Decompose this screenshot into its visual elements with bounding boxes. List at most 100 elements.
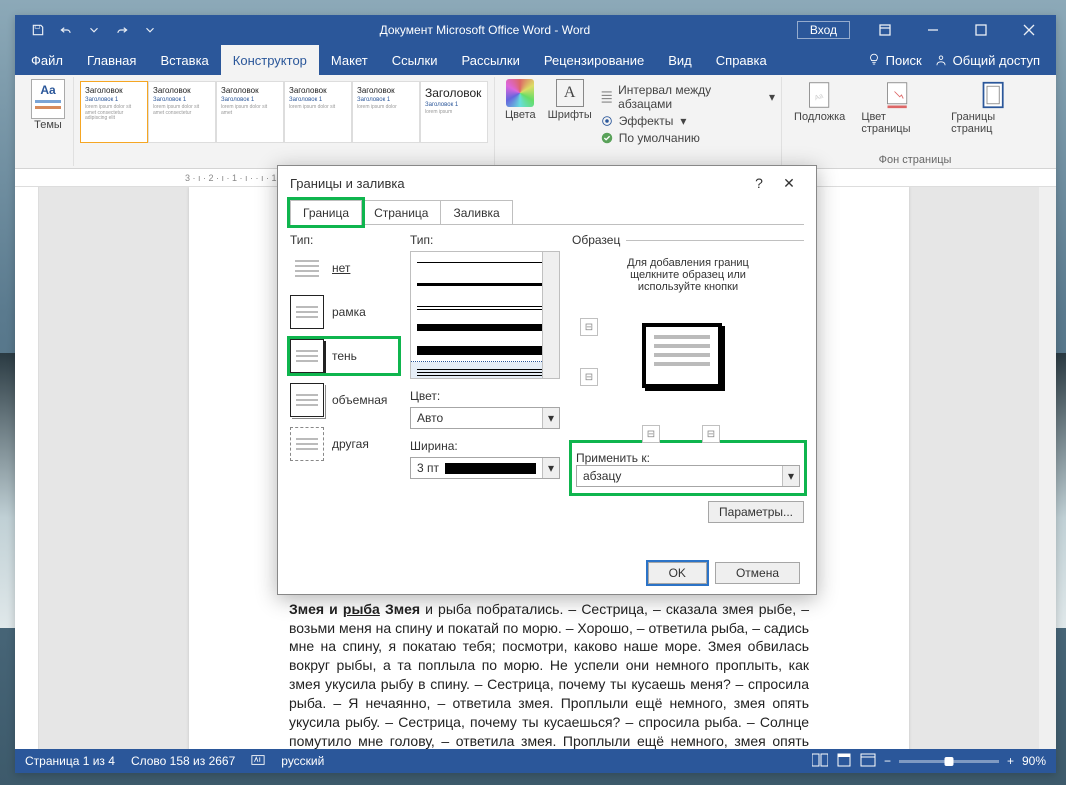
status-words[interactable]: Слово 158 из 2667 xyxy=(131,754,235,768)
view-print-icon[interactable] xyxy=(836,753,852,770)
close-icon[interactable]: ✕ xyxy=(774,175,804,192)
width-label: Ширина: xyxy=(410,439,560,453)
help-icon[interactable]: ? xyxy=(744,175,774,191)
width-dropdown[interactable]: 3 пт ▾ xyxy=(410,457,560,479)
spacing-icon xyxy=(600,90,613,104)
ok-button[interactable]: OK xyxy=(648,562,707,584)
setting-custom[interactable]: другая xyxy=(290,427,398,461)
style-label: Тип: xyxy=(410,233,560,247)
person-icon xyxy=(934,53,948,67)
setting-box[interactable]: рамка xyxy=(290,295,398,329)
options-button[interactable]: Параметры... xyxy=(708,501,804,523)
page-color-button[interactable]: Цвет страницы xyxy=(855,77,941,139)
color-label: Цвет: xyxy=(410,389,560,403)
zoom-out-icon[interactable]: − xyxy=(884,754,891,768)
sign-in-button[interactable]: Вход xyxy=(797,21,850,39)
watermark-icon: Aa xyxy=(806,81,834,109)
chevron-down-icon: ▾ xyxy=(542,458,559,478)
page-color-icon xyxy=(884,81,912,109)
lightbulb-icon xyxy=(867,53,881,67)
preview-label: Образец xyxy=(572,233,626,247)
effects-icon xyxy=(600,114,614,128)
ribbon-display-icon[interactable] xyxy=(862,15,908,45)
redo-icon[interactable] xyxy=(111,19,133,41)
maximize-icon[interactable] xyxy=(958,15,1004,45)
status-spell-icon[interactable] xyxy=(251,753,265,770)
view-read-icon[interactable] xyxy=(812,753,828,770)
style-gallery[interactable]: ЗаголовокЗаголовок 1lorem ipsum dolor si… xyxy=(80,77,488,143)
tab-fill[interactable]: Заливка xyxy=(440,200,512,225)
tab-file[interactable]: Файл xyxy=(19,45,75,75)
status-page[interactable]: Страница 1 из 4 xyxy=(25,754,115,768)
search-label: Поиск xyxy=(886,53,922,68)
save-icon[interactable] xyxy=(27,19,49,41)
border-right-button[interactable]: ⊟ xyxy=(702,425,720,443)
vertical-scrollbar[interactable] xyxy=(1039,187,1056,749)
tab-layout[interactable]: Макет xyxy=(319,45,380,75)
effects-button[interactable]: Эффекты▾ xyxy=(600,114,775,128)
status-language[interactable]: русский xyxy=(281,754,324,768)
tab-mailings[interactable]: Рассылки xyxy=(449,45,531,75)
cancel-button[interactable]: Отмена xyxy=(715,562,800,584)
undo-icon[interactable] xyxy=(55,19,77,41)
fonts-icon: A xyxy=(556,79,584,107)
paragraph-spacing-button[interactable]: Интервал между абзацами▾ xyxy=(600,83,775,111)
chevron-down-icon[interactable] xyxy=(139,19,161,41)
set-default-button[interactable]: По умолчанию xyxy=(600,131,775,145)
watermark-button[interactable]: Aa Подложка xyxy=(788,77,851,127)
setting-label: Тип: xyxy=(290,233,398,247)
page-borders-button[interactable]: Границы страниц xyxy=(945,77,1042,139)
line-style-list[interactable] xyxy=(410,251,560,379)
themes-label: Темы xyxy=(34,119,62,131)
close-icon[interactable] xyxy=(1006,15,1052,45)
zoom-slider[interactable] xyxy=(899,760,999,763)
themes-button[interactable]: Aa Темы xyxy=(29,77,67,133)
borders-shading-dialog: Границы и заливка ? ✕ Граница Страница З… xyxy=(277,165,817,595)
tab-help[interactable]: Справка xyxy=(704,45,779,75)
style-item[interactable]: ЗаголовокЗаголовок 1lorem ipsum xyxy=(420,81,488,143)
preview-paragraph[interactable] xyxy=(642,323,722,388)
border-top-button[interactable]: ⊟ xyxy=(580,318,598,336)
tab-review[interactable]: Рецензирование xyxy=(532,45,656,75)
fonts-button[interactable]: A Шрифты xyxy=(544,77,596,123)
tab-references[interactable]: Ссылки xyxy=(380,45,450,75)
setting-none[interactable]: нет xyxy=(290,251,398,285)
view-web-icon[interactable] xyxy=(860,753,876,770)
group-label-page-background: Фон страницы xyxy=(788,152,1042,166)
setting-3d[interactable]: объемная xyxy=(290,383,398,417)
ribbon-tabs: Файл Главная Вставка Конструктор Макет С… xyxy=(15,45,1056,75)
check-icon xyxy=(600,131,614,145)
chevron-down-icon: ▾ xyxy=(542,408,559,428)
style-item[interactable]: ЗаголовокЗаголовок 1lorem ipsum dolor si… xyxy=(148,81,216,143)
vertical-ruler[interactable] xyxy=(15,187,39,749)
zoom-in-icon[interactable]: + xyxy=(1007,754,1014,768)
tab-home[interactable]: Главная xyxy=(75,45,148,75)
page-borders-icon xyxy=(980,81,1008,109)
border-left-button[interactable]: ⊟ xyxy=(642,425,660,443)
style-item[interactable]: ЗаголовокЗаголовок 1lorem ipsum dolor si… xyxy=(80,81,148,143)
word-app-window: Документ Microsoft Office Word - Word Вх… xyxy=(15,15,1056,773)
border-bottom-button[interactable]: ⊟ xyxy=(580,368,598,386)
minimize-icon[interactable] xyxy=(910,15,956,45)
apply-to-dropdown[interactable]: абзацу ▾ xyxy=(576,465,800,487)
tab-view[interactable]: Вид xyxy=(656,45,704,75)
chevron-down-icon[interactable] xyxy=(83,19,105,41)
colors-icon xyxy=(506,79,534,107)
zoom-level[interactable]: 90% xyxy=(1022,754,1046,768)
style-item[interactable]: ЗаголовокЗаголовок 1lorem ipsum dolor xyxy=(352,81,420,143)
setting-shadow[interactable]: тень xyxy=(290,339,398,373)
tab-design[interactable]: Конструктор xyxy=(221,45,319,75)
style-item[interactable]: ЗаголовокЗаголовок 1lorem ipsum dolor si… xyxy=(216,81,284,143)
colors-button[interactable]: Цвета xyxy=(501,77,540,123)
share-button[interactable]: Общий доступ xyxy=(934,53,1040,68)
color-dropdown[interactable]: Авто ▾ xyxy=(410,407,560,429)
chevron-down-icon: ▾ xyxy=(782,466,799,486)
paragraph: Змея и рыба Змея и рыба побратались. – С… xyxy=(289,600,809,749)
tab-page[interactable]: Страница xyxy=(361,200,441,225)
tell-me-search[interactable]: Поиск xyxy=(867,53,922,68)
style-item[interactable]: ЗаголовокЗаголовок 1lorem ipsum dolor si… xyxy=(284,81,352,143)
tab-insert[interactable]: Вставка xyxy=(148,45,220,75)
status-bar: Страница 1 из 4 Слово 158 из 2667 русски… xyxy=(15,749,1056,773)
title-bar: Документ Microsoft Office Word - Word Вх… xyxy=(15,15,1056,45)
tab-border[interactable]: Граница xyxy=(290,200,362,225)
